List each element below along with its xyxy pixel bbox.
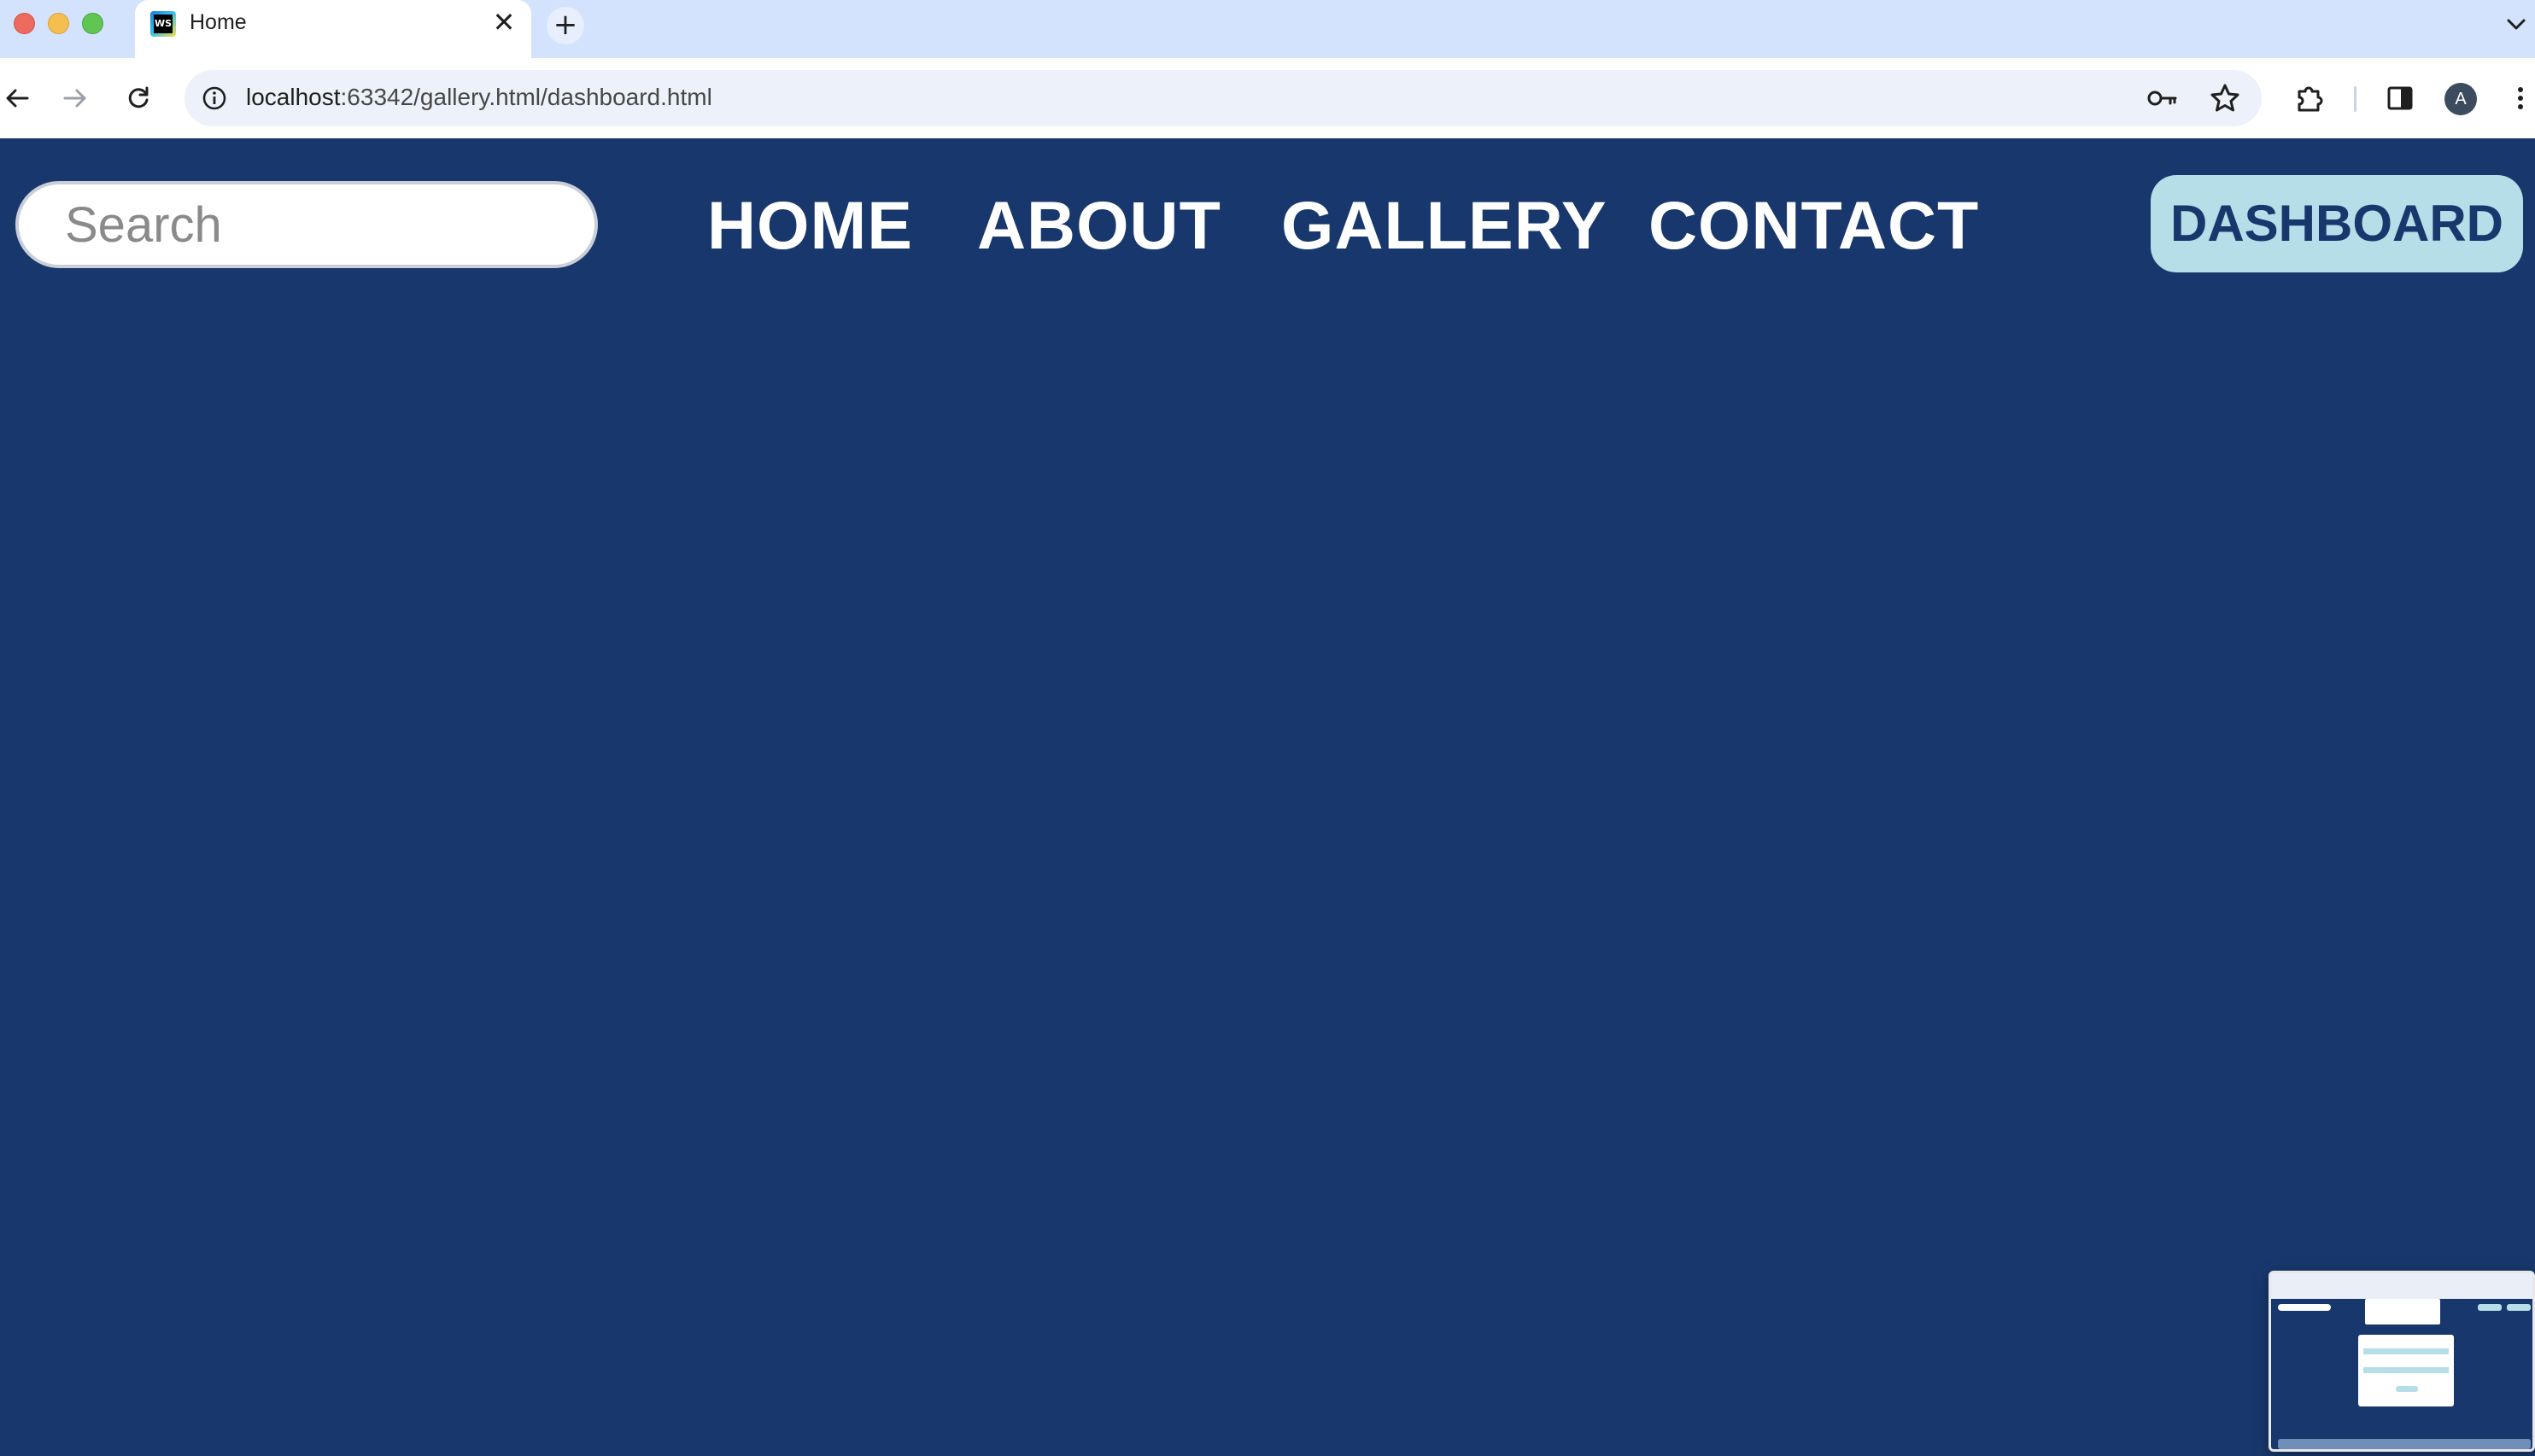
browser-toolbar: localhost:63342/gallery.html/dashboard.h… <box>0 58 2535 138</box>
thumbnail-browser-chrome <box>2271 1273 2532 1299</box>
browser-tab-strip: WS Home ✕ + <box>0 0 2535 58</box>
thumbnail-dock <box>2278 1439 2531 1449</box>
toolbar-divider <box>2354 86 2356 112</box>
extensions-icon[interactable] <box>2289 78 2330 119</box>
menu-icon[interactable] <box>2506 78 2535 119</box>
webstorm-icon: WS <box>150 11 176 37</box>
profile-avatar[interactable]: A <box>2444 83 2477 115</box>
screenshot-thumbnail[interactable] <box>2269 1271 2535 1452</box>
url-host: localhost <box>246 84 341 110</box>
thumbnail-search <box>2278 1304 2331 1311</box>
thumbnail-field <box>2363 1348 2449 1354</box>
thumbnail-dropdown <box>2365 1299 2440 1324</box>
thumbnail-pill <box>2478 1304 2502 1311</box>
close-window-button[interactable] <box>14 13 35 34</box>
nav-link-gallery[interactable]: GALLERY <box>1281 183 1607 268</box>
key-icon[interactable] <box>2144 80 2180 116</box>
nav-link-about[interactable]: ABOUT <box>977 183 1221 268</box>
thumbnail-button <box>2396 1386 2418 1392</box>
back-icon[interactable] <box>0 76 39 120</box>
browser-tab-home[interactable]: WS Home ✕ <box>135 0 531 58</box>
reload-icon[interactable] <box>116 76 161 120</box>
star-icon[interactable] <box>2207 80 2243 116</box>
url-text[interactable]: localhost:63342/gallery.html/dashboard.h… <box>246 84 712 111</box>
site-info-icon[interactable] <box>196 80 232 116</box>
tab-search-icon[interactable] <box>2501 9 2532 39</box>
maximize-window-button[interactable] <box>82 13 103 34</box>
tab-title: Home <box>190 10 247 34</box>
address-bar[interactable]: localhost:63342/gallery.html/dashboard.h… <box>184 70 2262 126</box>
minimize-window-button[interactable] <box>48 13 69 34</box>
thumbnail-pill <box>2507 1304 2531 1311</box>
close-tab-icon[interactable]: ✕ <box>489 7 519 38</box>
dashboard-button[interactable]: DASHBOARD <box>2151 175 2523 272</box>
forward-icon[interactable] <box>53 76 97 120</box>
thumbnail-field <box>2363 1367 2449 1373</box>
page-content: HOME ABOUT GALLERY CONTACT DASHBOARD <box>0 138 2535 1456</box>
search-input[interactable] <box>15 181 598 268</box>
url-path: :63342/gallery.html/dashboard.html <box>340 84 712 110</box>
new-tab-button[interactable]: + <box>547 7 584 44</box>
nav-link-contact[interactable]: CONTACT <box>1648 183 1979 268</box>
side-panel-icon[interactable] <box>2380 78 2421 119</box>
nav-link-home[interactable]: HOME <box>707 183 913 268</box>
